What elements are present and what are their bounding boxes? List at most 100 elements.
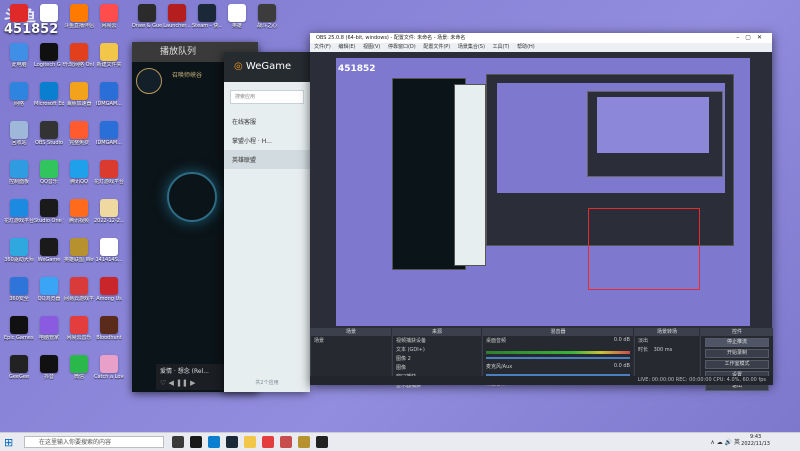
desktop-icon[interactable]: QQ音乐	[34, 160, 64, 185]
desktop-icon[interactable]: Draw & Guess	[132, 4, 162, 29]
desktop-icon-label: Bloodhunt	[96, 335, 122, 341]
desktop-icon-label: 此电脑	[11, 62, 27, 68]
menu-help[interactable]: 帮助(H)	[517, 44, 535, 50]
desktop-icon[interactable]	[4, 4, 34, 23]
menu-docks[interactable]: 停靠窗口(D)	[388, 44, 416, 50]
obs-window[interactable]: OBS 25.0.8 (64-bit, windows) - 配置文件: 未命名…	[310, 33, 773, 391]
desktop-icon[interactable]: Studio One 5	[34, 199, 64, 224]
desktop-icon[interactable]: 乐玩网络 Online	[64, 43, 94, 68]
wegame-search-input[interactable]: 搜索应用	[230, 90, 304, 104]
menu-tools[interactable]: 工具(T)	[493, 44, 510, 50]
menu-edit[interactable]: 编辑(E)	[338, 44, 355, 50]
menu-file[interactable]: 文件(F)	[314, 44, 331, 50]
desktop-icon[interactable]: IDMGAM...	[94, 121, 124, 146]
desktop-icon[interactable]: 微信	[64, 355, 94, 380]
menu-profile[interactable]: 配置文件(P)	[423, 44, 450, 50]
app-icon	[10, 199, 28, 217]
wegame-window[interactable]: ◎ WeGame 搜索应用 在线客服 掌盟小程 · H... 英雄联盟 共2个应…	[224, 52, 310, 392]
desktop-icon[interactable]: 腾讯视频	[64, 199, 94, 224]
stop-streaming-button[interactable]: 停止推流	[705, 338, 769, 347]
desktop-icon-label: 花灯游戏平台 2.0	[94, 179, 124, 185]
app-icon	[100, 82, 118, 100]
desktop-icon[interactable]: IDMGAM...	[94, 82, 124, 107]
start-recording-button[interactable]: 开始录制	[705, 349, 769, 358]
desktop-icon[interactable]: OBS Studio	[34, 121, 64, 146]
transition-type-select[interactable]: 淡出	[635, 336, 699, 345]
start-icon[interactable]: ⊞	[4, 436, 13, 449]
system-tray-icons[interactable]: ∧ ☁ 🔊 英	[710, 437, 740, 446]
desktop-icon[interactable]: Catch a Lover	[94, 355, 124, 380]
explorer-taskbar-icon[interactable]	[244, 436, 256, 448]
task-view-icon[interactable]	[172, 436, 184, 448]
edge-taskbar-icon[interactable]	[208, 436, 220, 448]
window-controls-icon[interactable]: –▢✕	[736, 33, 768, 43]
app-icon	[40, 199, 58, 217]
source-text[interactable]: 文本 (GDI+)	[393, 345, 481, 354]
wegame-taskbar-icon[interactable]	[316, 436, 328, 448]
desktop-icon[interactable]: 网易云	[94, 4, 124, 29]
desktop-icon[interactable]: Bloodhunt	[94, 316, 124, 341]
desktop-icon[interactable]: 英雄联盟 WeGame版	[64, 238, 94, 263]
app-taskbar-icon[interactable]	[280, 436, 292, 448]
menu-view[interactable]: 视图(V)	[363, 44, 380, 50]
desktop-icon[interactable]: 2022-12-2...	[94, 199, 124, 224]
app-icon	[138, 4, 156, 22]
taskbar-search-input[interactable]: 在这里输入你要搜索的内容	[24, 436, 164, 448]
app-icon	[100, 121, 118, 139]
desktop-icon[interactable]: Among Us	[94, 277, 124, 302]
desktop-icon[interactable]: Logitech G HUB	[34, 43, 64, 68]
desktop-icon[interactable]: 网易云游戏平台	[64, 277, 94, 302]
desktop-icon[interactable]: 抖音	[34, 355, 64, 380]
menu-scene-collection[interactable]: 场景集合(S)	[458, 44, 485, 50]
desktop-icon[interactable]: QQ浏览器	[34, 277, 64, 302]
app-icon	[70, 160, 88, 178]
app-icon	[70, 277, 88, 295]
wegame-item-miniapp[interactable]: 掌盟小程 · H...	[224, 131, 310, 150]
desktop-icon[interactable]: 战斗之心	[252, 4, 282, 29]
desktop-icon[interactable]: 花灯游戏平台 2.0	[4, 199, 34, 224]
desktop-icon[interactable]: 完整免费	[64, 121, 94, 146]
lol-taskbar-icon[interactable]	[298, 436, 310, 448]
desktop-icon[interactable]: 控制面板	[4, 160, 34, 185]
desktop-icon[interactable]: 141414S...	[94, 238, 124, 263]
desktop-icon[interactable]: WeGame	[34, 238, 64, 263]
clock[interactable]: 9:43 2022/11/13	[741, 434, 770, 448]
desktop-icon[interactable]: 花灯游戏平台 2.0	[94, 160, 124, 185]
source-image[interactable]: 图像	[393, 363, 481, 372]
desktop-icon[interactable]: Microsoft Edge	[34, 82, 64, 107]
source-image-2[interactable]: 图像 2	[393, 354, 481, 363]
desktop-icon[interactable]: 网易云音乐	[64, 316, 94, 341]
desktop-icon[interactable]: Steam - 快...	[192, 4, 222, 29]
app-icon	[40, 82, 58, 100]
obs-preview[interactable]: 451852	[336, 58, 750, 326]
wegame-item-support[interactable]: 在线客服	[224, 112, 310, 131]
steam-taskbar-icon[interactable]	[226, 436, 238, 448]
studio-mode-button[interactable]: 工作室模式	[705, 360, 769, 369]
obs-taskbar-icon[interactable]	[190, 436, 202, 448]
desktop-icon[interactable]: 腾讯QQ	[64, 160, 94, 185]
desktop-icon[interactable]: 360安全	[4, 277, 34, 302]
desktop-icon[interactable]	[34, 4, 64, 23]
music-taskbar-icon[interactable]	[262, 436, 274, 448]
desktop-icon-label: 英雄	[231, 23, 242, 29]
desktop-icon[interactable]: 电脑管家	[34, 316, 64, 341]
desktop-icon[interactable]: GeeGee	[4, 355, 34, 380]
wegame-item-lol[interactable]: 英雄联盟	[224, 150, 310, 169]
source-video-capture[interactable]: 视频捕获设备	[393, 336, 481, 345]
desktop-icon[interactable]: 此电脑	[4, 43, 34, 68]
desktop-icon[interactable]: Epic Games Launcher	[4, 316, 34, 341]
volume-slider[interactable]	[486, 357, 630, 359]
desktop-icon[interactable]: 新建文件夹	[94, 43, 124, 68]
app-icon	[10, 238, 28, 256]
desktop-icon[interactable]: 海豚加速器	[64, 82, 94, 107]
desktop-icon[interactable]: 英雄	[222, 4, 252, 29]
app-icon	[70, 355, 88, 373]
scene-item[interactable]: 场景	[311, 336, 391, 345]
desktop-icon[interactable]: 回收站	[4, 121, 34, 146]
desktop-icon[interactable]: 斗鱼直播伴侣	[64, 4, 94, 29]
transition-duration[interactable]: 时长 300 ms	[635, 345, 699, 354]
app-icon	[70, 238, 88, 256]
desktop-icon[interactable]: 网络	[4, 82, 34, 107]
desktop-icon[interactable]: 360驱动大师	[4, 238, 34, 263]
desktop-icon[interactable]: Launcher...	[162, 4, 192, 29]
